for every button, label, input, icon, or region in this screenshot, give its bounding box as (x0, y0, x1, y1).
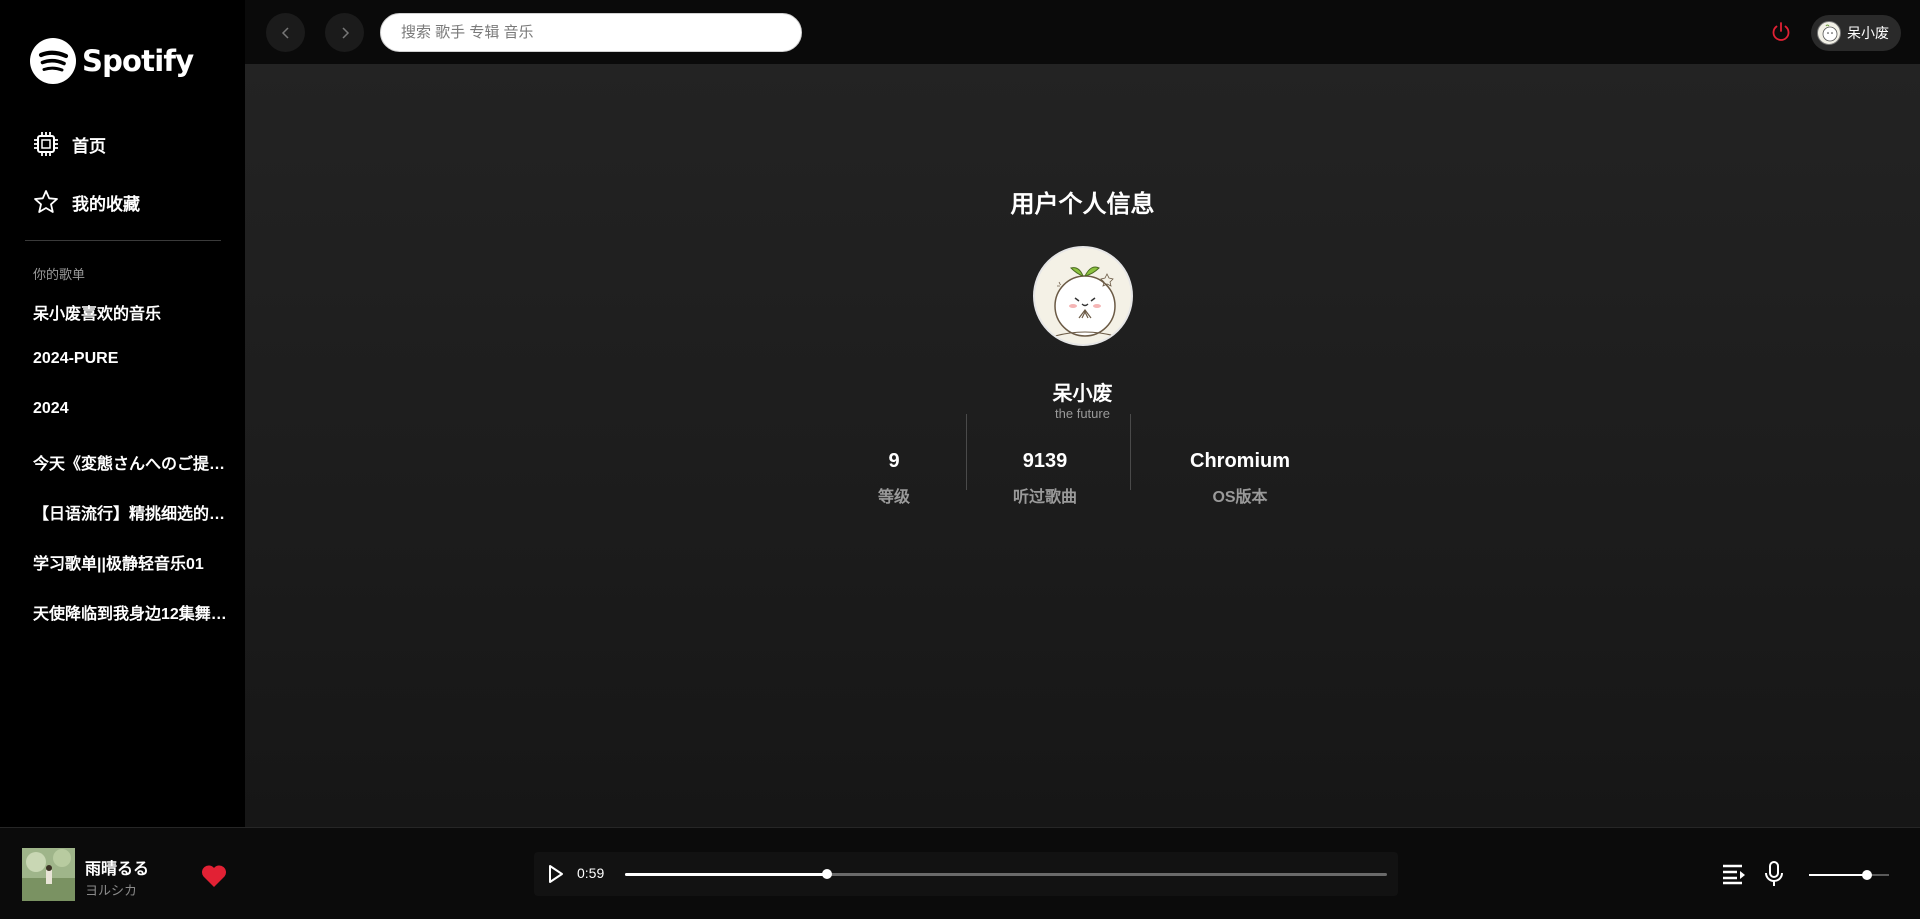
stat-label: 听过歌曲 (1012, 489, 1077, 506)
user-menu[interactable]: 呆小废 (1811, 15, 1901, 51)
power-icon[interactable] (1769, 20, 1793, 44)
playlist-item[interactable]: 2024-PURE (33, 350, 233, 368)
sidebar-item-label: 首页 (72, 136, 106, 156)
chevron-right-icon (341, 26, 349, 39)
stat-level: 9 等级 (854, 450, 934, 507)
play-icon[interactable] (544, 863, 566, 885)
playlist-item[interactable]: 呆小废喜欢的音乐 (33, 300, 233, 324)
track-title[interactable]: 雨晴るる (85, 855, 149, 879)
spotify-logo[interactable]: Spotify (30, 38, 194, 84)
transport-controls: 0:59 (534, 852, 1398, 896)
stat-divider (966, 414, 967, 490)
stat-value: 9 (888, 450, 900, 472)
logo-text: Spotify (82, 44, 194, 78)
sidebar-divider (25, 240, 221, 241)
playlists-section-label: 你的歌单 (33, 267, 86, 282)
heart-icon[interactable] (200, 863, 228, 889)
sidebar-item-favorites[interactable]: 我的收藏 (32, 188, 140, 216)
sidebar-item-home[interactable]: 首页 (32, 130, 106, 158)
playlist-item[interactable]: 天使降临到我身边12集舞… (33, 600, 233, 624)
volume-slider[interactable] (1809, 870, 1889, 880)
stat-os-version: Chromium OS版本 (1165, 450, 1315, 507)
track-artist[interactable]: ヨルシカ (85, 880, 137, 899)
search-input[interactable] (380, 13, 802, 52)
volume-fill (1809, 874, 1867, 876)
profile-username: 呆小废 (1052, 383, 1113, 405)
current-time: 0:59 (577, 865, 605, 881)
page-title: 用户个人信息 (1010, 191, 1155, 218)
profile-page: 用户个人信息 呆小废 the future 9 等级 9139 听过歌曲 Chr… (245, 64, 1920, 827)
sidebar-item-label: 我的收藏 (72, 194, 140, 214)
playlist-item[interactable]: 【日语流行】精挑细选的… (33, 500, 233, 524)
forward-button[interactable] (325, 13, 364, 52)
playlist-item[interactable]: 学习歌单||极静轻音乐01 (33, 550, 233, 574)
sidebar: Spotify 首页 我的收藏 你的歌单 呆小废喜欢的音乐 2024-PURE … (0, 0, 245, 827)
playlist-queue-icon[interactable] (1722, 863, 1746, 885)
stat-value: Chromium (1190, 450, 1290, 472)
stat-label: 等级 (877, 489, 910, 506)
spotify-logo-icon (30, 38, 76, 84)
player-bar: 雨晴るる ヨルシカ 0:59 (0, 827, 1920, 919)
progress-bar[interactable] (625, 869, 1387, 879)
album-cover[interactable] (22, 848, 75, 901)
user-name: 呆小废 (1847, 25, 1889, 41)
stat-label: OS版本 (1212, 489, 1268, 506)
stat-songs-played: 9139 听过歌曲 (990, 450, 1100, 507)
chip-icon (34, 132, 58, 156)
profile-avatar (1033, 246, 1133, 346)
playlist-item[interactable]: 2024 (33, 400, 233, 418)
back-button[interactable] (266, 13, 305, 52)
progress-fill (625, 873, 827, 876)
playlist-item[interactable]: 今天《変態さんへのご提… (33, 450, 233, 474)
star-icon (34, 190, 58, 213)
stat-value: 9139 (1022, 450, 1068, 472)
progress-handle[interactable] (821, 869, 832, 879)
microphone-icon[interactable] (1762, 860, 1786, 888)
chevron-left-icon (281, 26, 289, 39)
profile-signature: the future (1055, 406, 1110, 421)
user-avatar (1817, 21, 1841, 45)
stat-divider (1130, 414, 1131, 490)
volume-handle[interactable] (1861, 870, 1872, 880)
top-bar: 呆小废 (245, 0, 1920, 64)
